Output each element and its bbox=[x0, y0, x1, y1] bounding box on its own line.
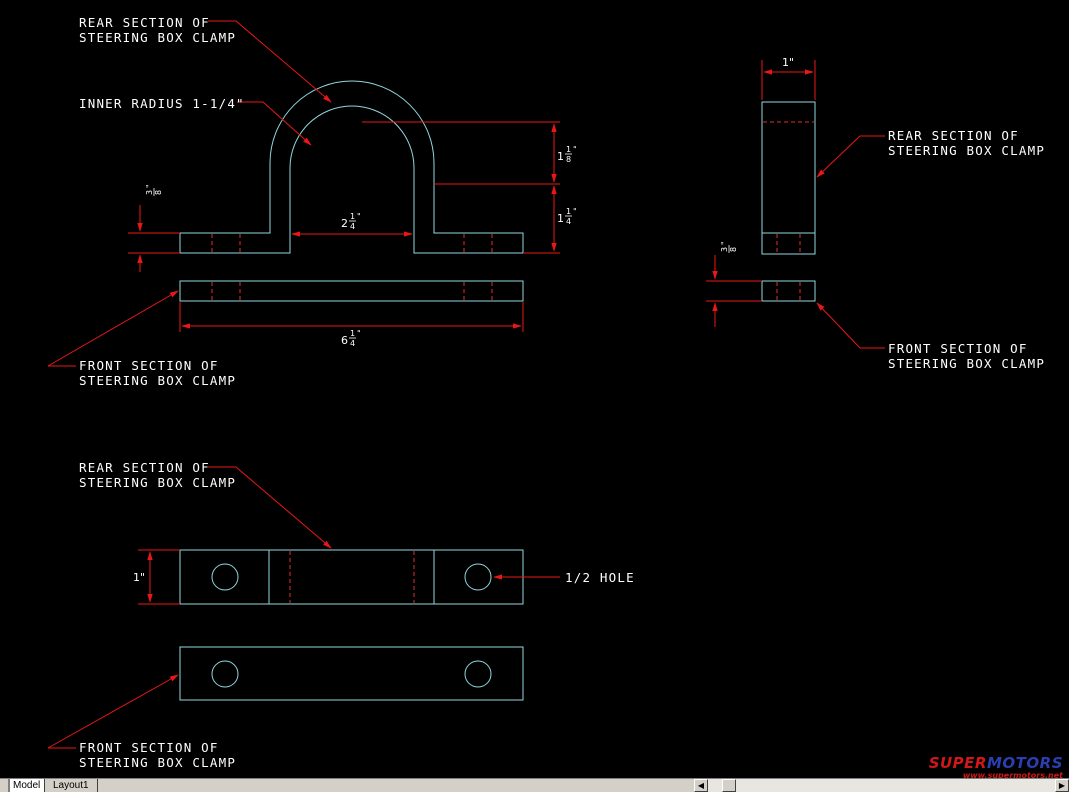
svg-text:": " bbox=[573, 145, 577, 154]
label-front-plan-1: FRONT SECTION OF bbox=[79, 740, 219, 755]
dim-side-thickness: 3 8 " bbox=[720, 241, 738, 253]
svg-text:1: 1 bbox=[566, 145, 571, 154]
label-inner-radius: INNER RADIUS 1-1/4" bbox=[79, 96, 245, 111]
front-section-bar bbox=[179, 280, 524, 302]
svg-text:": " bbox=[357, 212, 361, 221]
dim-overall-width-lines bbox=[179, 302, 524, 332]
dim-plan-width: 1" bbox=[133, 571, 145, 584]
svg-text:": " bbox=[573, 207, 577, 216]
rear-section-dimensions bbox=[128, 121, 560, 272]
cad-drawing: 1 1 8 " 1 1 4 " 2 1 4 " 3 8 " 6 1 4 " RE… bbox=[47, 15, 1045, 770]
label-rear-top-2: STEERING BOX CLAMP bbox=[79, 30, 236, 45]
side-view-front bbox=[761, 280, 816, 302]
layout-tab-bar: Model Layout1 ◀ ▶ bbox=[0, 778, 1069, 792]
svg-text:": " bbox=[145, 184, 154, 188]
svg-text:8: 8 bbox=[729, 247, 738, 252]
tab-layout1[interactable]: Layout1 bbox=[50, 779, 98, 792]
leader-front-top bbox=[47, 290, 179, 367]
svg-text:": " bbox=[720, 241, 729, 245]
svg-text:1: 1 bbox=[350, 329, 355, 338]
svg-text:1: 1 bbox=[557, 150, 564, 163]
watermark: SUPERMOTORS www.supermotors.net bbox=[929, 755, 1063, 780]
tab-model[interactable]: Model bbox=[9, 779, 45, 792]
svg-text:": " bbox=[357, 329, 361, 338]
tab-scroll-left-button[interactable] bbox=[0, 779, 9, 792]
svg-text:8: 8 bbox=[566, 155, 571, 164]
label-front-top-1: FRONT SECTION OF bbox=[79, 358, 219, 373]
label-rear-plan-2: STEERING BOX CLAMP bbox=[79, 475, 236, 490]
svg-text:3: 3 bbox=[720, 247, 729, 252]
label-rear-top-1: REAR SECTION OF bbox=[79, 15, 210, 30]
svg-text:3: 3 bbox=[145, 190, 154, 195]
plan-view-front bbox=[179, 646, 524, 701]
leader-front-plan bbox=[47, 674, 179, 749]
dim-side-width: 1" bbox=[782, 56, 794, 69]
svg-text:2: 2 bbox=[341, 217, 348, 230]
dim-arch-lower: 1 1 4 " bbox=[557, 207, 577, 226]
svg-text:4: 4 bbox=[566, 217, 571, 226]
label-rear-side-2: STEERING BOX CLAMP bbox=[888, 143, 1045, 158]
drawing-canvas[interactable]: 1 1 8 " 1 1 4 " 2 1 4 " 3 8 " 6 1 4 " RE… bbox=[0, 0, 1069, 780]
horizontal-scrollbar[interactable]: ◀ ▶ bbox=[694, 779, 1069, 792]
dim-arch-upper: 1 1 8 " bbox=[557, 145, 577, 164]
svg-text:6: 6 bbox=[341, 334, 348, 347]
scroll-right-arrow-icon[interactable]: ▶ bbox=[1055, 779, 1069, 792]
svg-text:4: 4 bbox=[350, 222, 355, 231]
label-front-side-1: FRONT SECTION OF bbox=[888, 341, 1028, 356]
svg-text:1: 1 bbox=[566, 207, 571, 216]
scroll-left-arrow-icon[interactable]: ◀ bbox=[694, 779, 708, 792]
side-view-rear bbox=[761, 101, 816, 255]
label-hole: 1/2 HOLE bbox=[565, 570, 635, 585]
svg-text:4: 4 bbox=[350, 339, 355, 348]
dim-thickness-left: 3 8 " bbox=[145, 184, 163, 196]
leader-front-side bbox=[816, 302, 885, 349]
label-rear-side-1: REAR SECTION OF bbox=[888, 128, 1019, 143]
leader-rear-side bbox=[816, 135, 885, 178]
svg-text:1: 1 bbox=[557, 212, 564, 225]
label-rear-plan-1: REAR SECTION OF bbox=[79, 460, 210, 475]
dim-inner-width: 2 1 4 " bbox=[341, 212, 361, 231]
plan-view-rear bbox=[179, 549, 524, 605]
label-front-plan-2: STEERING BOX CLAMP bbox=[79, 755, 236, 770]
scroll-thumb[interactable] bbox=[722, 779, 736, 792]
dim-overall-width: 6 1 4 " bbox=[341, 329, 361, 348]
side-dims bbox=[706, 60, 816, 327]
watermark-logo: SUPERMOTORS bbox=[928, 754, 1063, 772]
svg-text:8: 8 bbox=[154, 190, 163, 195]
label-front-side-2: STEERING BOX CLAMP bbox=[888, 356, 1045, 371]
label-front-top-2: STEERING BOX CLAMP bbox=[79, 373, 236, 388]
svg-text:1: 1 bbox=[350, 212, 355, 221]
